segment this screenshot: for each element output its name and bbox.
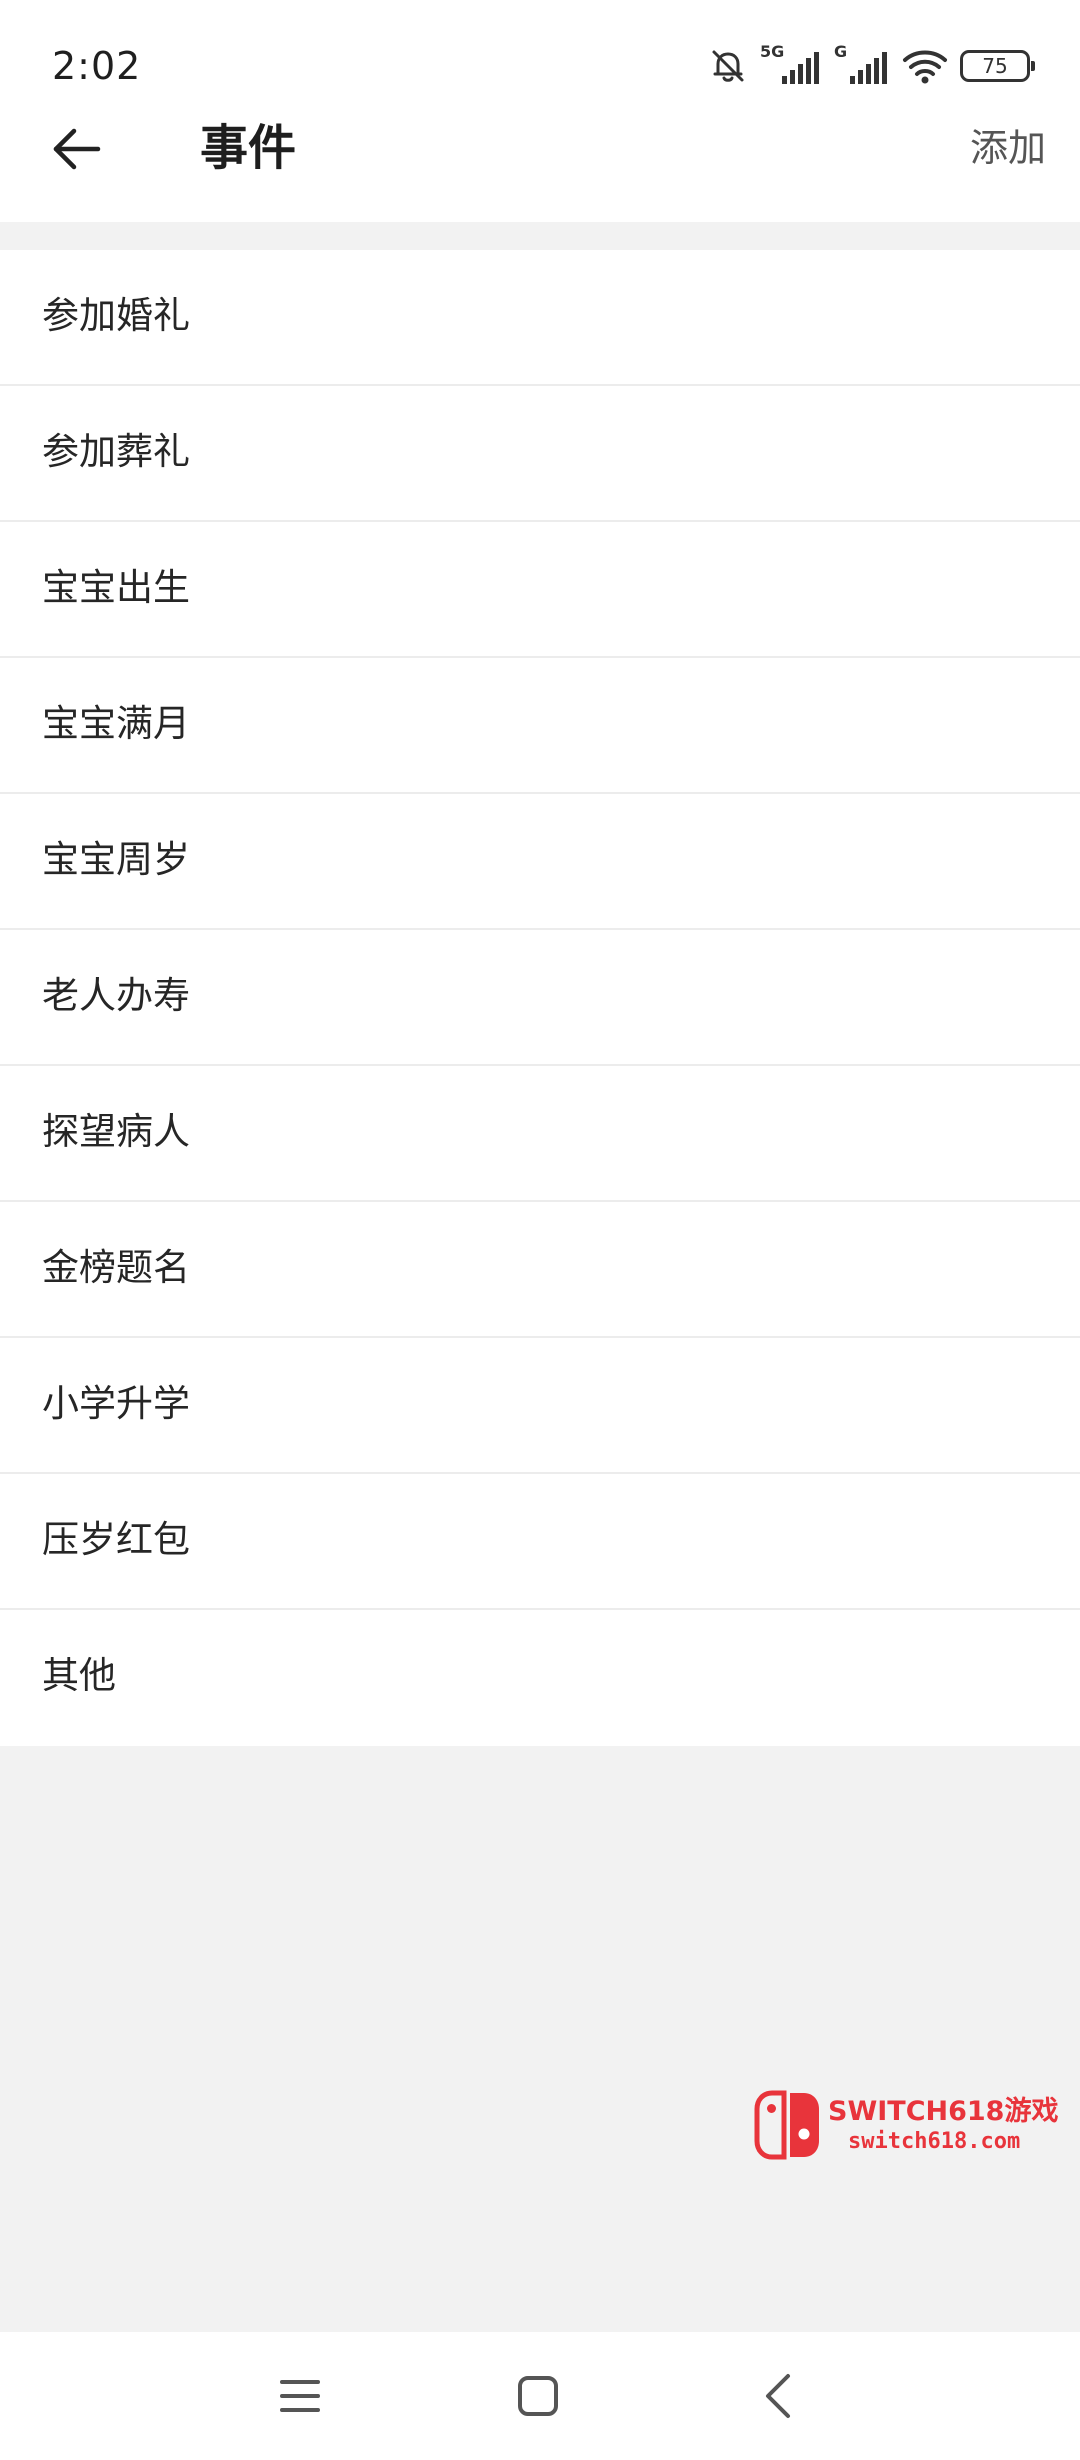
event-item-school-promotion[interactable]: 小学升学 [0,1338,1080,1474]
event-item-label: 探望病人 [42,1110,190,1153]
event-item-funeral[interactable]: 参加葬礼 [0,386,1080,522]
event-item-wedding[interactable]: 参加婚礼 [0,250,1080,386]
event-item-label: 参加葬礼 [42,430,190,473]
event-item-label: 压岁红包 [42,1518,190,1561]
status-time: 2:02 [52,44,142,88]
event-item-elder-birthday[interactable]: 老人办寿 [0,930,1080,1066]
event-item-label: 其他 [42,1654,116,1697]
status-icons: 5G G 75 [708,42,1035,88]
top-area: 2:02 5G G 75 事件 添加 [0,0,1080,222]
status-bar: 2:02 5G G 75 [0,0,1080,110]
event-item-baby-full-month[interactable]: 宝宝满月 [0,658,1080,794]
event-item-new-year-money[interactable]: 压岁红包 [0,1474,1080,1610]
event-item-label: 宝宝周岁 [42,838,190,881]
watermark: SWITCH618游戏 switch618.com [754,2090,1064,2160]
switch-logo-icon [754,2090,819,2160]
signal-g-icon: G [834,42,890,86]
add-button[interactable]: 添加 [970,122,1046,174]
signal-5g-icon: 5G [760,42,822,86]
nav-menu-button[interactable] [264,2360,336,2432]
battery-indicator: 75 [960,50,1035,82]
arrow-left-icon [53,128,101,170]
event-item-label: 参加婚礼 [42,294,190,337]
nav-back-button[interactable] [742,2360,814,2432]
watermark-url: switch618.com [848,2128,1021,2154]
screen: 2:02 5G G 75 事件 添加 参加婚礼 参加葬礼 宝宝出生 宝宝满月 宝… [0,0,1080,2460]
watermark-title: SWITCH618游戏 [828,2095,1059,2127]
event-item-baby-first-birthday[interactable]: 宝宝周岁 [0,794,1080,930]
chevron-left-icon [766,2374,790,2418]
event-item-label: 宝宝出生 [42,566,190,609]
square-icon [518,2376,558,2416]
watermark-text: SWITCH618游戏 switch618.com [828,2098,1058,2153]
bell-off-icon [708,46,748,86]
event-item-visit-patient[interactable]: 探望病人 [0,1066,1080,1202]
menu-icon [280,2380,320,2412]
app-header: 事件 添加 [0,110,1080,222]
back-button[interactable] [40,112,114,186]
event-item-other[interactable]: 其他 [0,1610,1080,1746]
navigation-bar [0,2332,1080,2460]
event-item-label: 小学升学 [42,1382,190,1425]
event-list: 参加婚礼 参加葬礼 宝宝出生 宝宝满月 宝宝周岁 老人办寿 探望病人 金榜题名 … [0,250,1080,1746]
page-title: 事件 [200,120,297,176]
nav-home-button[interactable] [502,2360,574,2432]
event-item-baby-birth[interactable]: 宝宝出生 [0,522,1080,658]
event-item-label: 老人办寿 [42,974,190,1017]
event-item-exam-success[interactable]: 金榜题名 [0,1202,1080,1338]
wifi-icon [902,47,948,85]
event-item-label: 宝宝满月 [42,702,190,745]
event-item-label: 金榜题名 [42,1246,190,1289]
